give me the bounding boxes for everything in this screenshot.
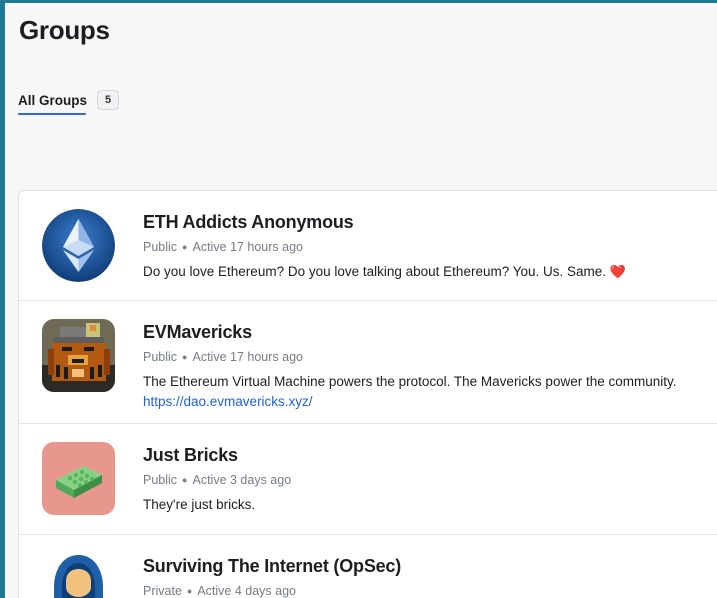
group-meta: Public ● Active 17 hours ago	[143, 350, 717, 364]
group-privacy: Public	[143, 350, 178, 364]
group-activity: Active 3 days ago	[192, 473, 292, 487]
tab-all-groups[interactable]: All Groups 5	[18, 87, 120, 113]
groups-page: Groups All Groups 5 ETH Addicts Anonymou…	[5, 3, 717, 598]
tab-label: All Groups	[18, 92, 88, 108]
group-activity: Active 17 hours ago	[192, 240, 303, 254]
group-meta: Public ● Active 3 days ago	[143, 473, 717, 487]
group-privacy: Private	[143, 584, 182, 598]
group-privacy: Public	[143, 240, 178, 254]
group-meta: Public ● Active 17 hours ago	[143, 240, 717, 254]
group-row[interactable]: Surviving The Internet (OpSec) Private ● A…	[19, 535, 717, 598]
separator-dot: ●	[182, 352, 188, 362]
group-row[interactable]: Just Bricks Public ● Active 3 days ago The…	[19, 424, 717, 535]
group-row[interactable]: EVMavericks Public ● Active 17 hours ago T…	[19, 301, 717, 424]
group-row[interactable]: ETH Addicts Anonymous Public ● Active 17 h…	[19, 191, 717, 301]
group-activity: Active 17 hours ago	[192, 350, 303, 364]
group-description: Do you love Ethereum? Do you love talkin…	[143, 262, 717, 282]
group-meta: Private ● Active 4 days ago	[143, 584, 717, 598]
group-name[interactable]: Just Bricks	[143, 445, 717, 466]
active-tab-indicator	[18, 113, 86, 115]
hooded-figure-avatar[interactable]	[42, 553, 115, 598]
group-description: The Ethereum Virtual Machine powers the …	[143, 374, 677, 389]
heart-emoji-icon: ❤️	[609, 264, 626, 279]
separator-dot: ●	[182, 475, 188, 485]
group-list: ETH Addicts Anonymous Public ● Active 17 h…	[18, 190, 717, 598]
group-website-link[interactable]: https://dao.evmavericks.xyz/	[143, 392, 717, 412]
separator-dot: ●	[182, 242, 188, 252]
brick-avatar[interactable]	[42, 442, 115, 515]
group-description: They're just bricks.	[143, 497, 256, 512]
group-privacy: Public	[143, 473, 178, 487]
group-name[interactable]: ETH Addicts Anonymous	[143, 212, 717, 233]
group-name[interactable]: EVMavericks	[143, 322, 717, 343]
group-tabs: All Groups 5	[18, 87, 120, 117]
page-title: Groups	[19, 15, 110, 45]
group-name[interactable]: Surviving The Internet (OpSec)	[143, 556, 717, 577]
tab-count-badge: 5	[97, 90, 120, 110]
separator-dot: ●	[186, 586, 193, 596]
group-activity: Active 4 days ago	[197, 584, 297, 598]
ethereum-logo-avatar[interactable]	[42, 209, 115, 282]
pixel-lion-avatar[interactable]	[42, 319, 115, 392]
description-text: Do you love Ethereum? Do you love talkin…	[143, 264, 607, 279]
